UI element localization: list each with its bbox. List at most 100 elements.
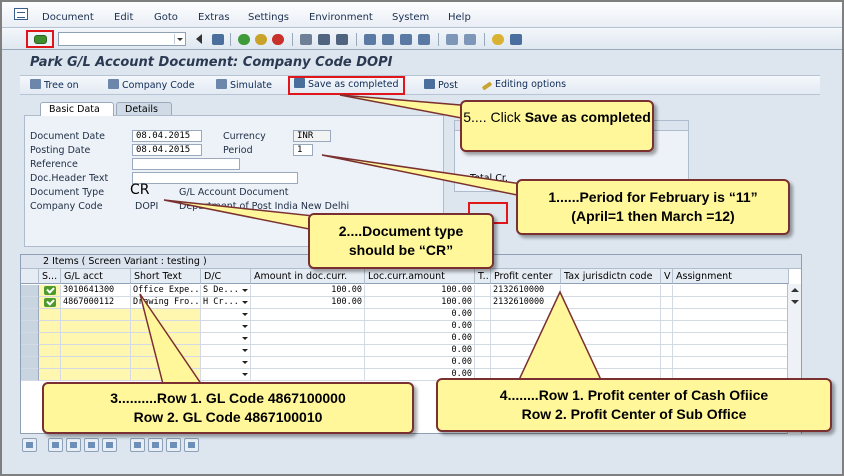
tax-code-cell[interactable] — [475, 285, 491, 297]
window-menu-icon[interactable] — [14, 8, 28, 20]
profit-center-cell[interactable] — [491, 309, 561, 321]
tax-jurisdiction-cell[interactable] — [561, 345, 661, 357]
company-code-button[interactable]: Company Code — [108, 79, 195, 93]
menu-help[interactable]: Help — [448, 12, 471, 23]
tax-jurisdiction-cell[interactable] — [561, 309, 661, 321]
shortcut-icon[interactable] — [464, 34, 476, 45]
tree-on-button[interactable]: Tree on — [30, 79, 79, 93]
gl-account-cell[interactable] — [61, 345, 131, 357]
tax-jurisdiction-cell[interactable] — [561, 285, 661, 297]
tax-code-cell[interactable] — [475, 357, 491, 369]
save-icon[interactable] — [212, 34, 224, 45]
back-history-icon[interactable] — [196, 34, 202, 44]
loc-amount-cell[interactable]: 0.00 — [365, 321, 475, 333]
row-selector[interactable] — [21, 345, 39, 357]
profit-center-cell[interactable]: 2132610000 — [491, 297, 561, 309]
profit-center-cell[interactable] — [491, 333, 561, 345]
enter-button[interactable] — [26, 30, 54, 48]
next-page-icon[interactable] — [400, 34, 412, 45]
grid-header-profit-center[interactable]: Profit center — [491, 269, 561, 284]
gl-account-cell[interactable] — [61, 333, 131, 345]
row-selector[interactable] — [21, 369, 39, 381]
gl-account-cell[interactable] — [61, 309, 131, 321]
tax-code-cell[interactable] — [475, 309, 491, 321]
assignment-cell[interactable] — [673, 321, 789, 333]
profit-center-cell[interactable] — [491, 321, 561, 333]
append-row-icon[interactable] — [166, 438, 181, 452]
short-text-cell[interactable] — [131, 369, 201, 381]
loc-amount-cell[interactable]: 0.00 — [365, 309, 475, 321]
grid-header-loc-amount[interactable]: Loc.curr.amount — [365, 269, 475, 284]
profit-center-cell[interactable]: 2132610000 — [491, 285, 561, 297]
tax-jurisdiction-cell[interactable] — [561, 357, 661, 369]
amount-doc-cell[interactable] — [251, 357, 365, 369]
loc-amount-cell[interactable]: 0.00 — [365, 333, 475, 345]
v-checkbox-cell[interactable] — [661, 357, 673, 369]
tax-code-cell[interactable] — [475, 297, 491, 309]
row-selector[interactable] — [21, 333, 39, 345]
save-as-completed-button[interactable]: Save as completed — [288, 76, 405, 95]
dropdown-icon[interactable] — [242, 337, 248, 340]
short-text-cell[interactable] — [131, 321, 201, 333]
debit-credit-cell[interactable]: H Cr... — [201, 297, 251, 309]
tax-code-cell[interactable] — [475, 333, 491, 345]
amount-doc-cell[interactable]: 100.00 — [251, 297, 365, 309]
assignment-cell[interactable] — [673, 309, 789, 321]
document-type-field[interactable]: CR — [130, 182, 150, 198]
grid-header-amount-doc[interactable]: Amount in doc.curr. — [251, 269, 365, 284]
amount-doc-cell[interactable] — [251, 309, 365, 321]
short-text-cell[interactable] — [131, 357, 201, 369]
currency-field[interactable]: INR — [293, 130, 331, 142]
posting-date-field[interactable]: 08.04.2015 — [132, 144, 202, 156]
dropdown-icon[interactable] — [242, 313, 248, 316]
amount-doc-cell[interactable] — [251, 333, 365, 345]
assignment-cell[interactable] — [673, 357, 789, 369]
dropdown-icon[interactable] — [242, 373, 248, 376]
debit-credit-cell[interactable] — [201, 357, 251, 369]
grid-config-icon[interactable] — [21, 269, 39, 284]
profit-center-cell[interactable] — [491, 357, 561, 369]
command-field[interactable] — [58, 32, 186, 46]
tax-code-cell[interactable] — [475, 321, 491, 333]
help-icon[interactable] — [492, 34, 504, 45]
tab-details[interactable]: Details — [116, 102, 172, 116]
gl-account-cell[interactable]: 3010641300 — [61, 285, 131, 297]
tax-jurisdiction-cell[interactable] — [561, 333, 661, 345]
dropdown-icon[interactable] — [242, 301, 248, 304]
v-checkbox-cell[interactable] — [661, 309, 673, 321]
short-text-cell[interactable]: Office Expe... — [131, 285, 201, 297]
delete-row-icon[interactable] — [148, 438, 163, 452]
dropdown-icon[interactable] — [242, 289, 248, 292]
menu-environment[interactable]: Environment — [309, 12, 373, 23]
menu-settings[interactable]: Settings — [248, 12, 289, 23]
tab-basic-data[interactable]: Basic Data — [40, 102, 114, 116]
insert-row-icon[interactable] — [130, 438, 145, 452]
v-checkbox-cell[interactable] — [661, 321, 673, 333]
select-all-icon[interactable] — [48, 438, 63, 452]
row-selector[interactable] — [21, 357, 39, 369]
grid-header-v[interactable]: V — [661, 269, 673, 284]
assignment-cell[interactable] — [673, 285, 789, 297]
loc-amount-cell[interactable]: 0.00 — [365, 357, 475, 369]
short-text-cell[interactable] — [131, 333, 201, 345]
previous-page-icon[interactable] — [382, 34, 394, 45]
loc-amount-cell[interactable]: 100.00 — [365, 285, 475, 297]
scroll-up-icon[interactable] — [791, 288, 799, 292]
profit-center-cell[interactable] — [491, 345, 561, 357]
doc-header-text-field[interactable] — [132, 172, 298, 184]
first-page-icon[interactable] — [364, 34, 376, 45]
menu-system[interactable]: System — [392, 12, 429, 23]
find-icon[interactable] — [318, 34, 330, 45]
command-dropdown-icon[interactable] — [174, 34, 184, 44]
document-date-field[interactable]: 08.04.2015 — [132, 130, 202, 142]
grid-header-tax-jurisdiction[interactable]: Tax jurisdictn code — [561, 269, 661, 284]
deselect-all-icon[interactable] — [66, 438, 81, 452]
debit-credit-cell[interactable] — [201, 345, 251, 357]
dropdown-icon[interactable] — [242, 325, 248, 328]
cancel-icon[interactable] — [272, 34, 284, 45]
menu-extras[interactable]: Extras — [198, 12, 230, 23]
gl-account-cell[interactable] — [61, 357, 131, 369]
editing-options-button[interactable]: Editing options — [481, 79, 566, 93]
amount-doc-cell[interactable] — [251, 345, 365, 357]
grid-header-short-text[interactable]: Short Text — [131, 269, 201, 284]
